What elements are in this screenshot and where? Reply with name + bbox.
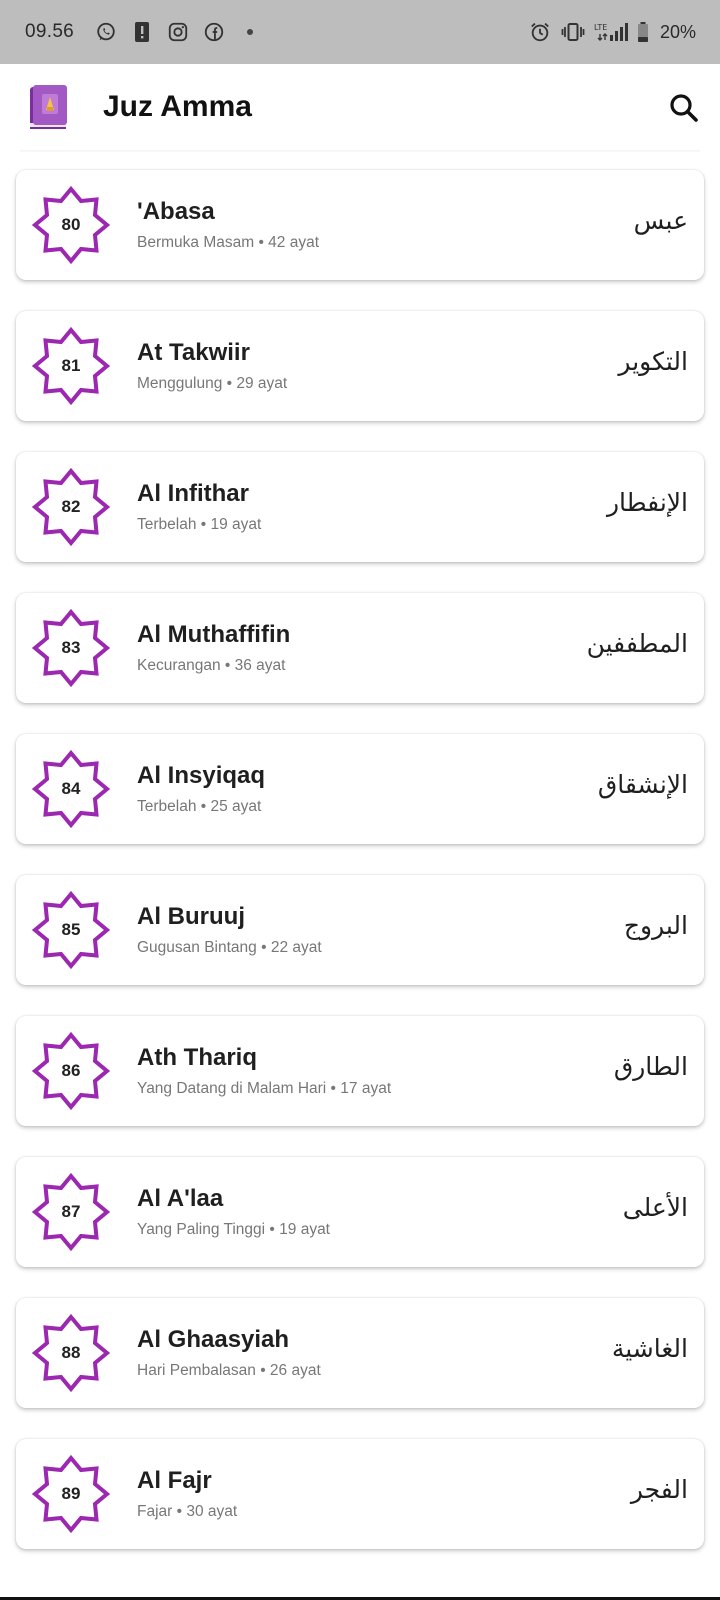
surah-subtitle: Gugusan Bintang • 22 ayat [137, 939, 322, 956]
surah-subtitle: Terbelah • 25 ayat [137, 798, 262, 815]
vibrate-icon [561, 20, 585, 44]
surah-card[interactable]: 88 Al Ghaasyiah Hari Pembalasan • 26 aya… [16, 1298, 704, 1408]
surah-number: 80 [61, 215, 81, 234]
search-icon [670, 94, 698, 122]
surah-arabic-name: عبس [633, 206, 688, 235]
surah-name: Al A'laa [137, 1185, 224, 1212]
surah-card[interactable]: 82 Al Infithar Terbelah • 19 ayat الإنفط… [16, 452, 704, 562]
surah-subtitle: Yang Datang di Malam Hari • 17 ayat [137, 1080, 392, 1097]
surah-arabic-name: المطففين [586, 629, 688, 658]
instagram-icon [166, 20, 190, 44]
surah-card[interactable]: 87 Al A'laa Yang Paling Tinggi • 19 ayat… [16, 1157, 704, 1267]
surah-number-badge: 89 [32, 1455, 110, 1533]
surah-arabic-name: الفجر [630, 1475, 688, 1504]
surah-subtitle: Menggulung • 29 ayat [137, 375, 288, 392]
surah-number: 83 [61, 638, 81, 657]
surah-number: 87 [61, 1202, 81, 1221]
surah-number: 82 [61, 497, 81, 516]
surah-number-badge: 80 [32, 186, 110, 264]
alarm-icon [528, 20, 552, 44]
surah-subtitle: Terbelah • 19 ayat [137, 516, 262, 533]
surah-card[interactable]: 84 Al Insyiqaq Terbelah • 25 ayat الإنشق… [16, 734, 704, 844]
surah-name: Al Infithar [137, 480, 249, 507]
surah-subtitle: Yang Paling Tinggi • 19 ayat [137, 1221, 330, 1238]
surah-arabic-name: الطارق [613, 1052, 688, 1081]
surah-number: 89 [61, 1484, 81, 1503]
status-time: 09.56 [25, 21, 75, 42]
status-bar-left: 09.56 [25, 20, 262, 44]
surah-arabic-name: الغاشية [611, 1334, 688, 1363]
surah-number-badge: 84 [32, 750, 110, 828]
surah-arabic-name: الإنفطار [606, 488, 688, 517]
surah-subtitle: Bermuka Masam • 42 ayat [137, 234, 320, 251]
svg-text:LTE: LTE [594, 23, 607, 32]
surah-arabic-name: البروج [623, 911, 688, 940]
surah-card[interactable]: 89 Al Fajr Fajar • 30 ayat الفجر [16, 1439, 704, 1549]
surah-number-badge: 81 [32, 327, 110, 405]
surah-subtitle: Fajar • 30 ayat [137, 1503, 238, 1520]
dot-icon [238, 20, 262, 44]
status-bar: 09.56 LTE 20% [0, 0, 720, 64]
surah-arabic-name: الأعلى [622, 1193, 688, 1222]
surah-number-badge: 87 [32, 1173, 110, 1251]
whatsapp-icon [94, 20, 118, 44]
surah-number: 84 [61, 779, 81, 798]
surah-number-badge: 85 [32, 891, 110, 969]
surah-number-badge: 86 [32, 1032, 110, 1110]
surah-number: 86 [61, 1061, 81, 1080]
battery-percentage: 20% [659, 21, 696, 42]
surah-number: 85 [61, 920, 81, 939]
surah-name: Al Fajr [137, 1467, 212, 1494]
surah-name: At Takwiir [137, 339, 250, 366]
surah-arabic-name: التكوير [618, 347, 688, 376]
surah-card[interactable]: 85 Al Buruuj Gugusan Bintang • 22 ayat ا… [16, 875, 704, 985]
surah-name: Al Insyiqaq [137, 762, 266, 789]
surah-name: Al Ghaasyiah [137, 1326, 290, 1353]
surah-subtitle: Kecurangan • 36 ayat [137, 657, 286, 674]
surah-card[interactable]: 80 'Abasa Bermuka Masam • 42 ayat عبس [16, 170, 704, 280]
surah-number-badge: 82 [32, 468, 110, 546]
surah-card[interactable]: 81 At Takwiir Menggulung • 29 ayat التكو… [16, 311, 704, 421]
search-button[interactable] [664, 88, 704, 128]
surah-card[interactable]: 83 Al Muthaffifin Kecurangan • 36 ayat ا… [16, 593, 704, 703]
surah-name: 'Abasa [137, 198, 215, 225]
battery-icon [637, 20, 649, 44]
surah-number: 88 [61, 1343, 81, 1362]
surah-name: Ath Thariq [137, 1044, 257, 1071]
surah-number-badge: 88 [32, 1314, 110, 1392]
surah-subtitle: Hari Pembalasan • 26 ayat [137, 1362, 321, 1379]
surah-name: Al Buruuj [137, 903, 245, 930]
surah-card[interactable]: 86 Ath Thariq Yang Datang di Malam Hari … [16, 1016, 704, 1126]
surah-arabic-name: الإنشقاق [597, 770, 688, 799]
facebook-icon [202, 20, 226, 44]
surah-name: Al Muthaffifin [137, 621, 291, 648]
app-bar: Juz Amma [0, 64, 720, 152]
surah-number: 81 [61, 356, 81, 375]
quran-book-icon [28, 83, 70, 133]
lte-signal-icon: LTE [594, 20, 628, 44]
page-title: Juz Amma [103, 90, 252, 123]
status-bar-right: LTE 20% [528, 20, 696, 44]
surah-number-badge: 83 [32, 609, 110, 687]
alert-icon [130, 20, 154, 44]
